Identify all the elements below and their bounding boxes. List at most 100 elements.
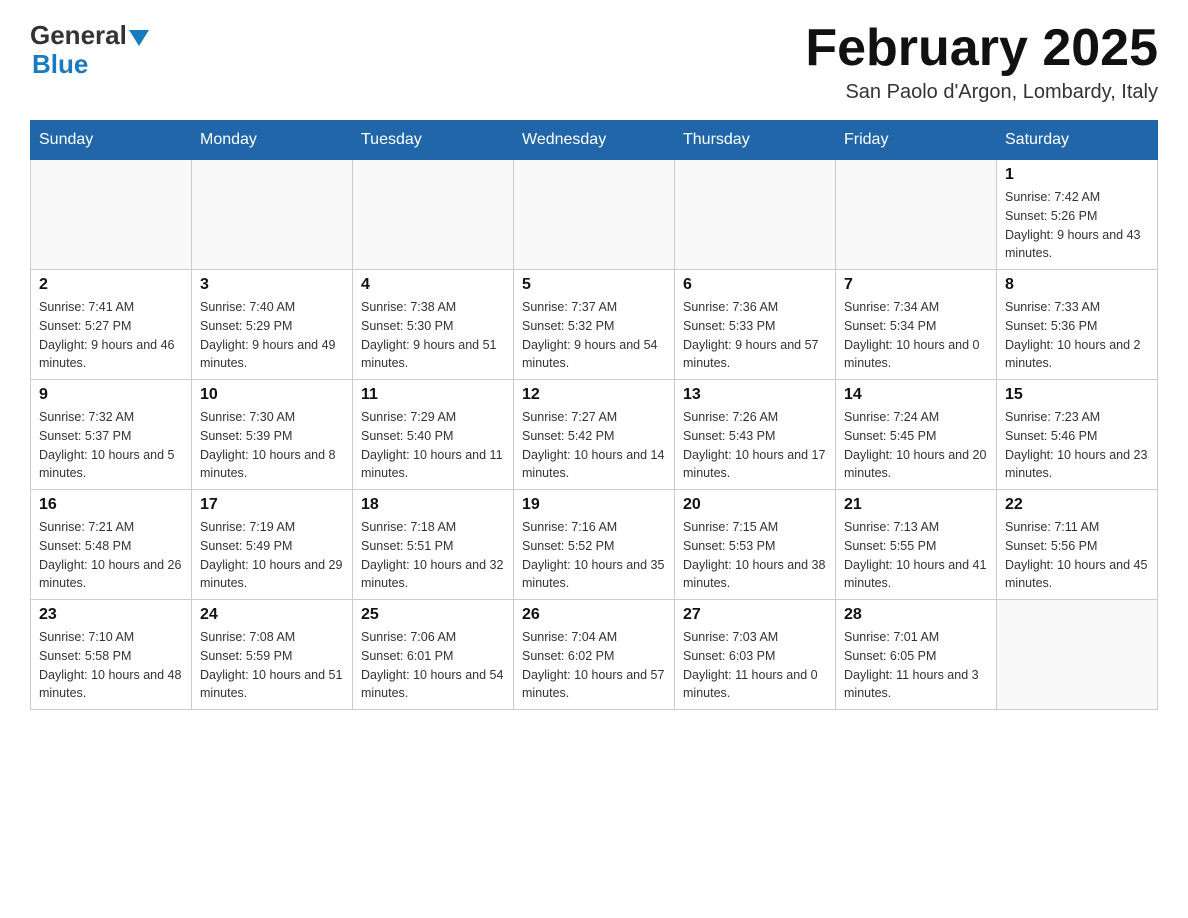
day-number: 20 [683,496,827,514]
day-number: 11 [361,386,505,404]
day-number: 8 [1005,276,1149,294]
day-info: Sunrise: 7:23 AMSunset: 5:46 PMDaylight:… [1005,408,1149,483]
week-row-1: 1 Sunrise: 7:42 AMSunset: 5:26 PMDaylight… [31,160,1158,270]
weekday-header-row: SundayMondayTuesdayWednesdayThursdayFrid… [31,121,1158,160]
day-number: 1 [1005,166,1149,184]
day-cell [836,160,997,270]
day-cell: 17 Sunrise: 7:19 AMSunset: 5:49 PMDayligh… [192,490,353,600]
day-info: Sunrise: 7:18 AMSunset: 5:51 PMDaylight:… [361,518,505,593]
day-cell: 2 Sunrise: 7:41 AMSunset: 5:27 PMDaylight… [31,270,192,380]
week-row-3: 9Sunrise: 7:32 AMSunset: 5:37 PMDaylight… [31,380,1158,490]
weekday-header-friday: Friday [836,121,997,160]
logo: General Blue [30,20,149,80]
day-cell: 16 Sunrise: 7:21 AMSunset: 5:48 PMDayligh… [31,490,192,600]
day-number: 18 [361,496,505,514]
day-number: 4 [361,276,505,294]
day-number: 21 [844,496,988,514]
logo-blue-text: Blue [32,49,88,80]
day-cell: 3 Sunrise: 7:40 AMSunset: 5:29 PMDaylight… [192,270,353,380]
day-info: Sunrise: 7:38 AMSunset: 5:30 PMDaylight:… [361,298,505,373]
day-cell: 28 Sunrise: 7:01 AMSunset: 6:05 PMDayligh… [836,600,997,710]
day-info: Sunrise: 7:06 AMSunset: 6:01 PMDaylight:… [361,628,505,703]
day-number: 2 [39,276,183,294]
day-info: Sunrise: 7:15 AMSunset: 5:53 PMDaylight:… [683,518,827,593]
day-number: 25 [361,606,505,624]
day-info: Sunrise: 7:03 AMSunset: 6:03 PMDaylight:… [683,628,827,703]
day-info: Sunrise: 7:19 AMSunset: 5:49 PMDaylight:… [200,518,344,593]
day-cell: 19 Sunrise: 7:16 AMSunset: 5:52 PMDayligh… [514,490,675,600]
day-info: Sunrise: 7:40 AMSunset: 5:29 PMDaylight:… [200,298,344,373]
day-number: 15 [1005,386,1149,404]
day-number: 22 [1005,496,1149,514]
day-cell: 23 Sunrise: 7:10 AMSunset: 5:58 PMDayligh… [31,600,192,710]
day-info: Sunrise: 7:34 AMSunset: 5:34 PMDaylight:… [844,298,988,373]
title-section: February 2025 San Paolo d'Argon, Lombard… [805,20,1158,104]
day-info: Sunrise: 7:01 AMSunset: 6:05 PMDaylight:… [844,628,988,703]
day-info: Sunrise: 7:16 AMSunset: 5:52 PMDaylight:… [522,518,666,593]
day-number: 9 [39,386,183,404]
day-info: Sunrise: 7:21 AMSunset: 5:48 PMDaylight:… [39,518,183,593]
day-cell: 5 Sunrise: 7:37 AMSunset: 5:32 PMDaylight… [514,270,675,380]
day-cell: 13 Sunrise: 7:26 AMSunset: 5:43 PMDayligh… [675,380,836,490]
day-number: 17 [200,496,344,514]
day-cell: 6 Sunrise: 7:36 AMSunset: 5:33 PMDaylight… [675,270,836,380]
day-info: Sunrise: 7:41 AMSunset: 5:27 PMDaylight:… [39,298,183,373]
day-cell: 22 Sunrise: 7:11 AMSunset: 5:56 PMDayligh… [997,490,1158,600]
day-cell: 24 Sunrise: 7:08 AMSunset: 5:59 PMDayligh… [192,600,353,710]
day-number: 3 [200,276,344,294]
day-cell: 12 Sunrise: 7:27 AMSunset: 5:42 PMDayligh… [514,380,675,490]
day-cell: 27 Sunrise: 7:03 AMSunset: 6:03 PMDayligh… [675,600,836,710]
weekday-header-thursday: Thursday [675,121,836,160]
weekday-header-sunday: Sunday [31,121,192,160]
page-header: General Blue February 2025 San Paolo d'A… [30,20,1158,104]
day-cell: 1 Sunrise: 7:42 AMSunset: 5:26 PMDaylight… [997,160,1158,270]
day-number: 27 [683,606,827,624]
day-info: Sunrise: 7:37 AMSunset: 5:32 PMDaylight:… [522,298,666,373]
day-info: Sunrise: 7:13 AMSunset: 5:55 PMDaylight:… [844,518,988,593]
day-cell: 20 Sunrise: 7:15 AMSunset: 5:53 PMDayligh… [675,490,836,600]
day-number: 13 [683,386,827,404]
day-number: 12 [522,386,666,404]
day-number: 28 [844,606,988,624]
day-number: 5 [522,276,666,294]
day-info: Sunrise: 7:26 AMSunset: 5:43 PMDaylight:… [683,408,827,483]
day-cell: 25 Sunrise: 7:06 AMSunset: 6:01 PMDayligh… [353,600,514,710]
day-cell [31,160,192,270]
weekday-header-wednesday: Wednesday [514,121,675,160]
week-row-4: 16 Sunrise: 7:21 AMSunset: 5:48 PMDayligh… [31,490,1158,600]
day-number: 16 [39,496,183,514]
day-info: Sunrise: 7:27 AMSunset: 5:42 PMDaylight:… [522,408,666,483]
day-cell: 14Sunrise: 7:24 AMSunset: 5:45 PMDayligh… [836,380,997,490]
day-cell [353,160,514,270]
month-title: February 2025 [805,20,1158,77]
day-cell [192,160,353,270]
day-number: 24 [200,606,344,624]
day-cell: 7Sunrise: 7:34 AMSunset: 5:34 PMDaylight… [836,270,997,380]
day-number: 23 [39,606,183,624]
weekday-header-tuesday: Tuesday [353,121,514,160]
day-info: Sunrise: 7:30 AMSunset: 5:39 PMDaylight:… [200,408,344,483]
day-cell: 9Sunrise: 7:32 AMSunset: 5:37 PMDaylight… [31,380,192,490]
calendar-table: SundayMondayTuesdayWednesdayThursdayFrid… [30,120,1158,710]
day-number: 14 [844,386,988,404]
weekday-header-monday: Monday [192,121,353,160]
day-info: Sunrise: 7:11 AMSunset: 5:56 PMDaylight:… [1005,518,1149,593]
day-cell: 11 Sunrise: 7:29 AMSunset: 5:40 PMDayligh… [353,380,514,490]
day-info: Sunrise: 7:42 AMSunset: 5:26 PMDaylight:… [1005,188,1149,263]
day-number: 10 [200,386,344,404]
day-number: 6 [683,276,827,294]
day-cell [675,160,836,270]
day-info: Sunrise: 7:29 AMSunset: 5:40 PMDaylight:… [361,408,505,483]
day-number: 19 [522,496,666,514]
day-info: Sunrise: 7:36 AMSunset: 5:33 PMDaylight:… [683,298,827,373]
day-number: 26 [522,606,666,624]
week-row-5: 23 Sunrise: 7:10 AMSunset: 5:58 PMDayligh… [31,600,1158,710]
day-cell: 18 Sunrise: 7:18 AMSunset: 5:51 PMDayligh… [353,490,514,600]
day-info: Sunrise: 7:08 AMSunset: 5:59 PMDaylight:… [200,628,344,703]
day-cell [514,160,675,270]
day-cell: 4 Sunrise: 7:38 AMSunset: 5:30 PMDaylight… [353,270,514,380]
day-cell: 10 Sunrise: 7:30 AMSunset: 5:39 PMDayligh… [192,380,353,490]
weekday-header-saturday: Saturday [997,121,1158,160]
day-info: Sunrise: 7:10 AMSunset: 5:58 PMDaylight:… [39,628,183,703]
day-cell: 26Sunrise: 7:04 AMSunset: 6:02 PMDayligh… [514,600,675,710]
